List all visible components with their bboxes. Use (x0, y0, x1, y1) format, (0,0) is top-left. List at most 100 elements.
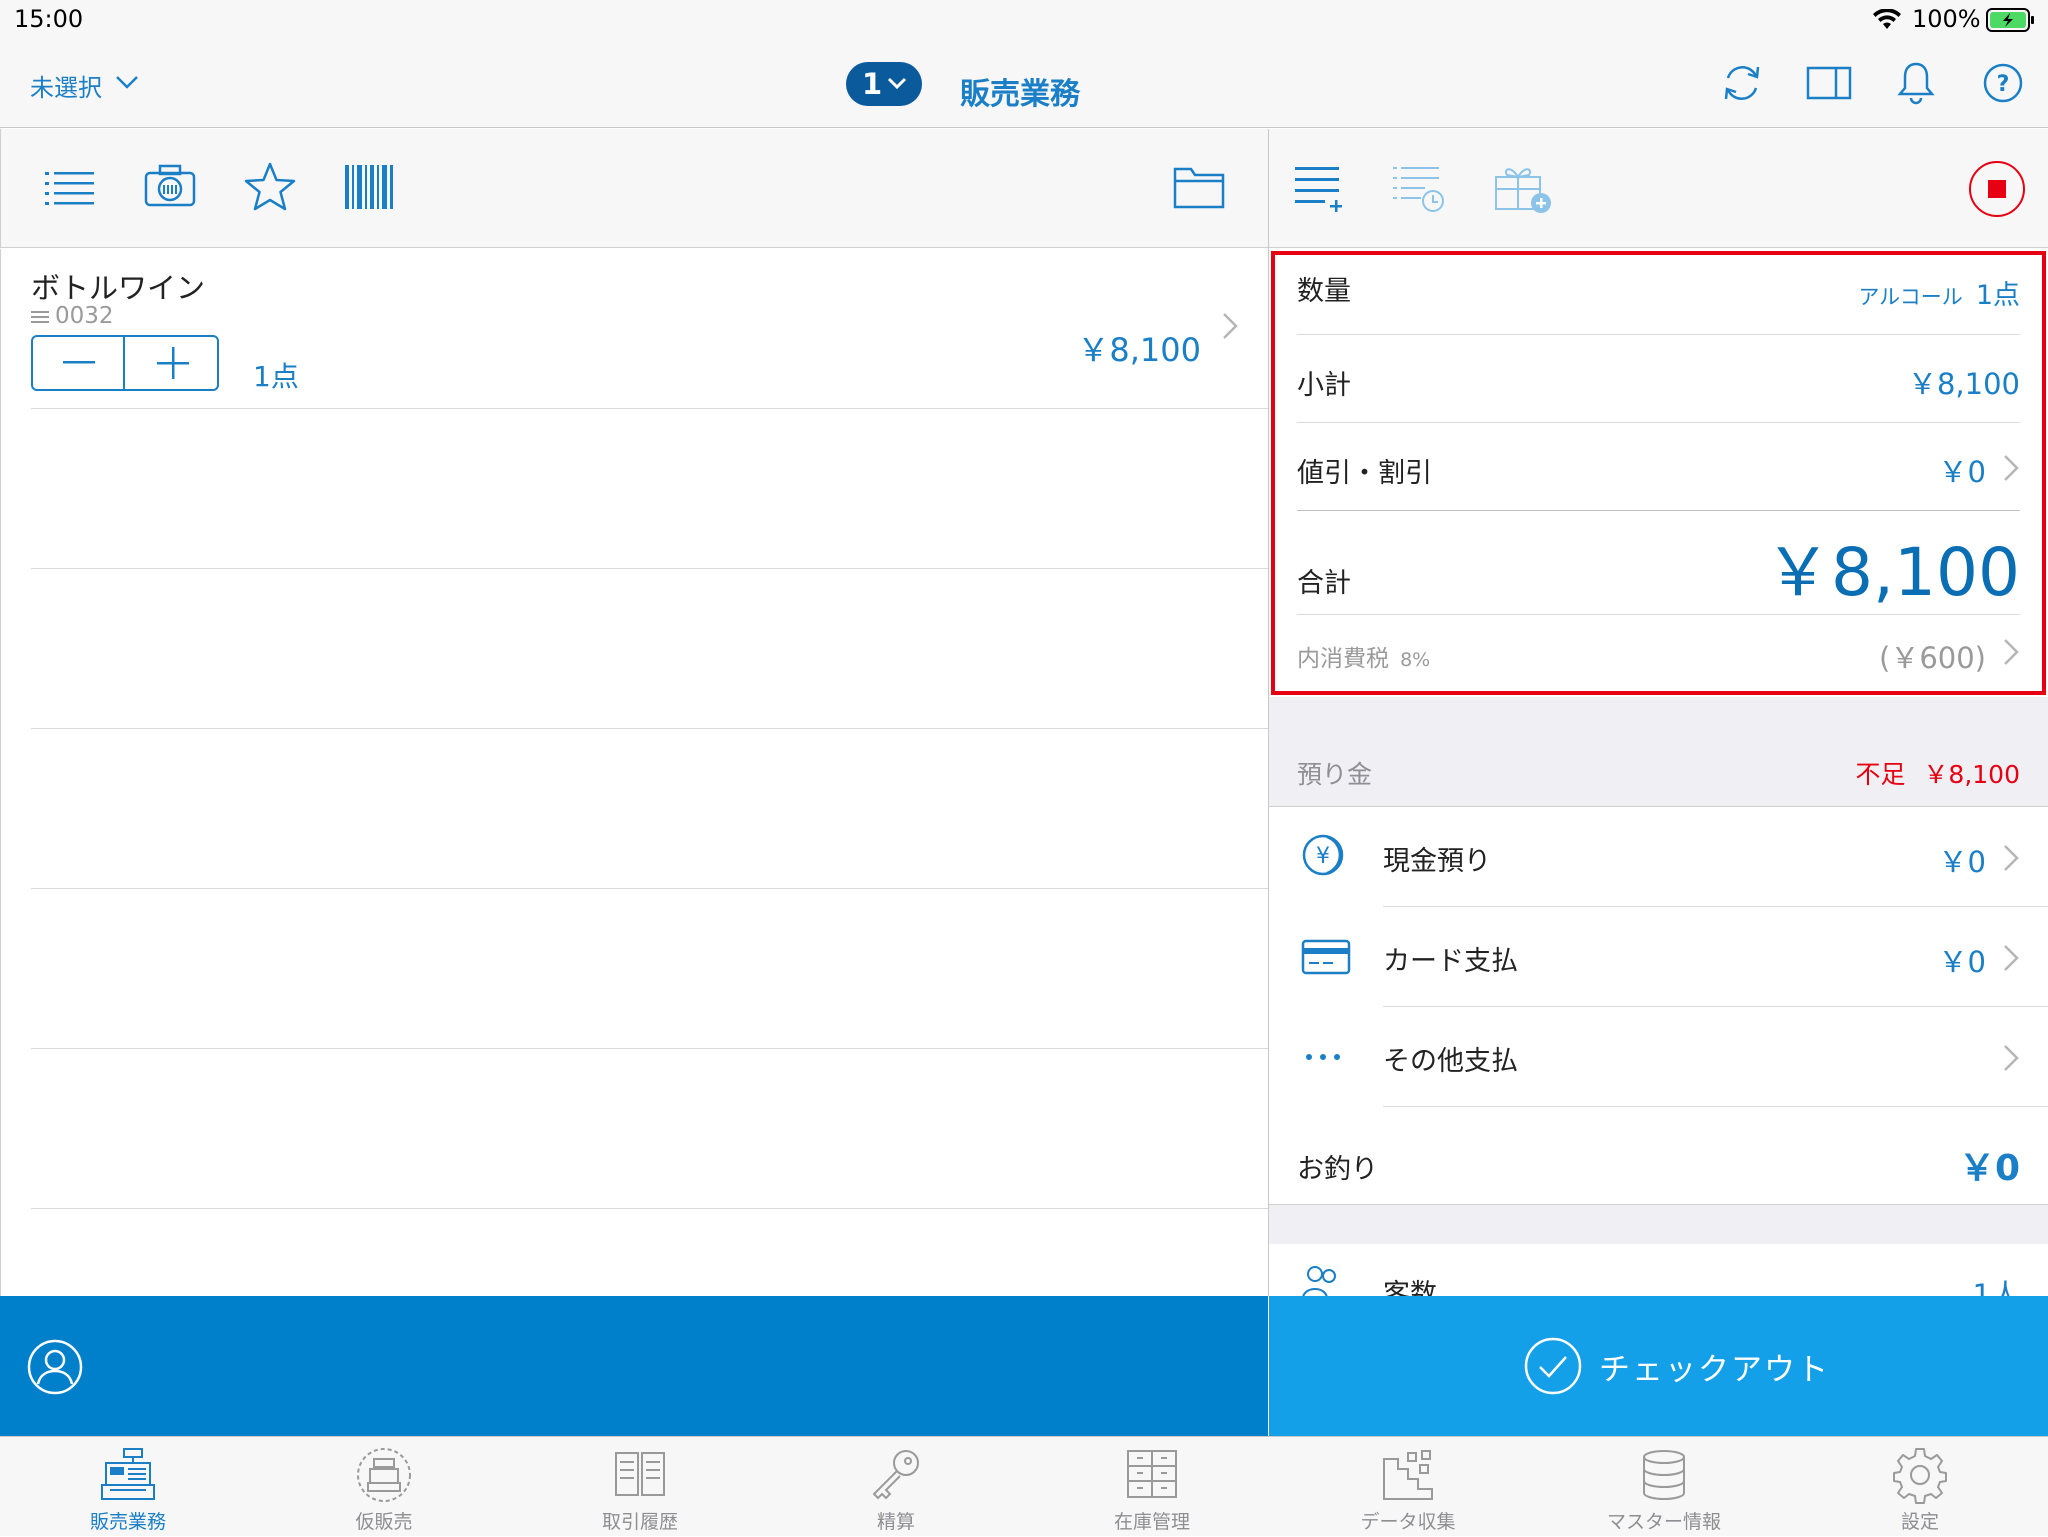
provisional-register-icon (354, 1445, 414, 1505)
shortage-info: 不足 ￥8,100 (1855, 755, 2020, 791)
item-price: ￥8,100 (1077, 331, 1201, 369)
guest-label: 客数 (1383, 1279, 1437, 1296)
quantity-stepper (31, 335, 219, 391)
minus-icon (63, 361, 95, 365)
discount-row[interactable]: 値引・割引 ￥0 (1297, 423, 2020, 511)
gift-icon[interactable] (1493, 159, 1553, 215)
decrement-button[interactable] (33, 337, 125, 389)
refresh-icon[interactable] (1720, 60, 1764, 106)
item-name: ボトルワイン (31, 271, 206, 305)
tab-label: 販売業務 (89, 1511, 166, 1533)
checkout-label: チェックアウト (1599, 1352, 1830, 1388)
navigation-bar: 未選択 1 販売業務 ? (0, 40, 2048, 128)
tab-master-data[interactable]: マスター情報 (1536, 1437, 1792, 1537)
guest-count-row[interactable]: 客数 1人 (1269, 1244, 2048, 1296)
item-quantity: 1点 (253, 360, 299, 393)
tax-row[interactable]: 内消費税 8% (￥600) (1297, 615, 2020, 695)
tab-label: 設定 (1900, 1511, 1939, 1533)
shortage-label: 不足 (1855, 760, 1906, 789)
tab-settlement[interactable]: 精算 (768, 1437, 1024, 1537)
tab-inventory[interactable]: 在庫管理 (1024, 1437, 1280, 1537)
payment-value: ￥0 (1938, 845, 1986, 879)
chevron-right-icon (2002, 843, 2020, 873)
cash-payment-row[interactable]: ¥ 現金預り ￥0 (1269, 807, 2048, 907)
tab-data-collection[interactable]: データ収集 (1280, 1437, 1536, 1537)
camera-icon[interactable] (143, 163, 197, 209)
discount-label: 値引・割引 (1297, 458, 1432, 489)
tax-info: 内消費税 8% (1297, 639, 1430, 673)
row-divider (31, 1048, 1268, 1049)
tab-sales[interactable]: 販売業務 (0, 1437, 256, 1537)
chevron-right-icon (2002, 637, 2020, 667)
row-divider (31, 888, 1268, 889)
change-label: お釣り (1297, 1154, 1378, 1185)
plus-icon (157, 347, 189, 379)
chevron-right-icon (2002, 1043, 2020, 1073)
customer-icon[interactable] (26, 1338, 84, 1396)
subtotal-label: 小計 (1297, 370, 1351, 401)
row-divider (31, 568, 1268, 569)
transaction-toolbar (1269, 129, 2048, 248)
history-list-icon[interactable] (1393, 165, 1445, 215)
split-view-icon[interactable] (1806, 66, 1852, 100)
people-icon (1301, 1262, 1345, 1296)
tax-rate: 8% (1400, 649, 1431, 671)
battery-percent: 100% (1912, 5, 1981, 33)
chevron-right-icon (1221, 311, 1239, 341)
quantity-value: 1点 (1975, 280, 2020, 311)
register-number: 1 (862, 67, 883, 101)
checkout-button[interactable]: チェックアウト (1269, 1296, 2048, 1436)
payment-label: その他支払 (1383, 1046, 1518, 1077)
register-selector[interactable]: 1 (846, 62, 922, 106)
bell-icon[interactable] (1896, 60, 1936, 106)
cart-item[interactable]: ボトルワイン 0032 1点 ￥8,100 (1, 249, 1269, 409)
quantity-row: 数量 アルコール 1点 (1297, 249, 2020, 335)
tab-transaction-history[interactable]: 取引履歴 (512, 1437, 768, 1537)
page-title: 販売業務 (960, 77, 1080, 112)
tab-label: 仮販売 (355, 1511, 413, 1533)
deposit-header: 預り金 不足 ￥8,100 (1269, 733, 2048, 807)
tab-provisional-sales[interactable]: 仮販売 (256, 1437, 512, 1537)
quantity-summary: アルコール 1点 (1858, 273, 2020, 312)
shortage-value: ￥8,100 (1923, 760, 2020, 789)
star-icon[interactable] (243, 161, 297, 213)
tax-value: (￥600) (1879, 641, 1986, 675)
list-icon[interactable] (45, 169, 95, 209)
payment-value: ￥0 (1938, 945, 1986, 979)
total-row: 合計 ￥8,100 (1297, 511, 2020, 615)
folder-icon[interactable] (1173, 165, 1225, 209)
quantity-label: 数量 (1297, 276, 1351, 307)
add-line-icon[interactable] (1295, 165, 1343, 215)
chevron-down-icon (886, 76, 908, 92)
discount-value: ￥0 (1938, 455, 1986, 489)
product-toolbar (0, 129, 1268, 248)
tab-bar: 販売業務 仮販売 取引履歴 精算 在庫管理 データ収集 マスター情報 設定 (0, 1436, 2048, 1536)
increment-button[interactable] (127, 337, 219, 389)
store-selector[interactable]: 未選択 (30, 68, 138, 108)
help-icon[interactable]: ? (1982, 62, 2024, 104)
quantity-category: アルコール (1858, 285, 1963, 309)
payment-label: カード支払 (1383, 946, 1518, 977)
cabinet-icon (1122, 1445, 1182, 1505)
deposit-label: 預り金 (1297, 760, 1373, 789)
tab-label: データ収集 (1360, 1511, 1456, 1533)
gear-icon (1890, 1445, 1950, 1505)
yen-coin-icon: ¥ (1301, 831, 1349, 879)
row-divider (31, 1208, 1268, 1209)
card-payment-row[interactable]: カード支払 ￥0 (1269, 907, 2048, 1007)
payment-label: 現金預り (1383, 846, 1491, 877)
guest-value: 1人 (1972, 1278, 2020, 1296)
sales-summary: 数量 アルコール 1点 小計 ￥8,100 値引・割引 ￥0 合計 ￥8,100… (1269, 249, 2048, 697)
chevron-right-icon (2002, 453, 2020, 483)
total-value: ￥8,100 (1765, 534, 2020, 611)
section-gap (1269, 1204, 2048, 1244)
stop-button[interactable] (1967, 159, 2027, 219)
status-time: 15:00 (14, 5, 84, 33)
svg-text:?: ? (1997, 72, 2010, 97)
other-payment-row[interactable]: その他支払 (1269, 1007, 2048, 1107)
barcode-icon[interactable] (345, 165, 395, 209)
payment-methods: ¥ 現金預り ￥0 カード支払 ￥0 その他支払 お釣り ￥0 (1269, 807, 2048, 1204)
store-selector-label: 未選択 (30, 74, 102, 102)
book-icon (610, 1445, 670, 1505)
tab-settings[interactable]: 設定 (1792, 1437, 2048, 1537)
